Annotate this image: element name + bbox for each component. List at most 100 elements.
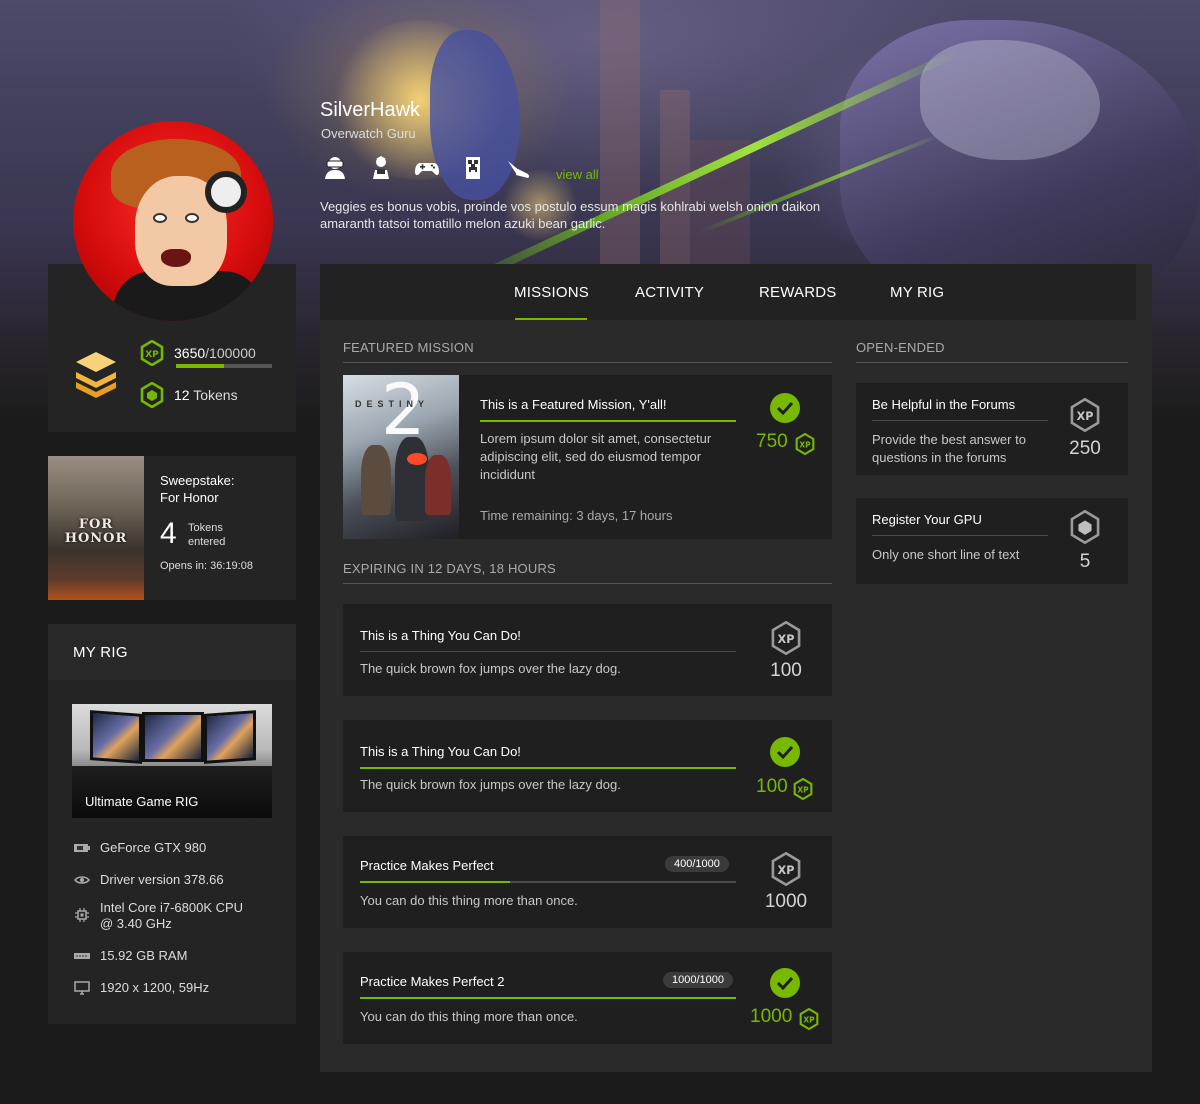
profile-bio: Veggies es bonus vobis, proinde vos post… (320, 199, 821, 231)
open-mission-rule (872, 535, 1048, 536)
mission-rule (360, 767, 736, 769)
tab-my-rig[interactable]: MY RIG (890, 284, 944, 301)
creeper-icon[interactable] (460, 154, 486, 182)
my-rig-heading: MY RIG (73, 644, 128, 661)
open-mission-desc: Only one short line of text (872, 547, 1020, 562)
mission-progress-fill (360, 881, 511, 883)
featured-mission-rule (480, 420, 736, 422)
spec-cpu: Intel Core i7-6800K CPU @ 3.40 GHz (74, 900, 243, 932)
mission-desc: You can do this thing more than once. (360, 1009, 578, 1024)
xp-total: /100000 (205, 345, 256, 361)
open-mission-card[interactable]: Be Helpful in the Forums Provide the bes… (856, 383, 1128, 475)
tokens-label: Tokens (193, 387, 238, 403)
featured-mission-desc: Lorem ipsum dolor sit amet, consectetur … (480, 431, 712, 482)
cpu-icon (74, 908, 90, 922)
xp-hex-icon: XP (140, 340, 164, 366)
mission-title: This is a Thing You Can Do! (360, 628, 521, 643)
tab-bar: MISSIONS ACTIVITY REWARDS MY RIG (320, 264, 1136, 320)
xp-hex-icon: XP (1070, 398, 1100, 432)
svg-text:XP: XP (778, 864, 795, 877)
mission-card[interactable]: Practice Makes Perfect 2 1000/1000 You c… (343, 952, 832, 1044)
spec-cpu-text: Intel Core i7-6800K CPU @ 3.40 GHz (100, 900, 244, 931)
featured-mission-time: Time remaining: 3 days, 17 hours (480, 508, 673, 523)
main-panel: MISSIONS ACTIVITY REWARDS MY RIG FEATURE… (320, 264, 1152, 1072)
completed-check-icon (770, 968, 800, 998)
tab-missions[interactable]: MISSIONS (514, 284, 589, 301)
open-mission-rule (872, 420, 1048, 421)
tab-activity[interactable]: ACTIVITY (635, 284, 704, 301)
open-mission-title: Register Your GPU (872, 512, 982, 527)
open-ended-section-label: OPEN-ENDED (856, 340, 945, 355)
mission-card[interactable]: This is a Thing You Can Do! The quick br… (343, 720, 832, 812)
mission-progress-pill: 1000/1000 (663, 972, 733, 988)
destiny-2-art: 2 DESTINY (343, 375, 459, 539)
xp-stat: XP 3650/100000 (140, 340, 256, 366)
completed-check-icon (770, 737, 800, 767)
sweepstake-art-line2: HONOR (64, 531, 128, 546)
mission-card[interactable]: This is a Thing You Can Do! The quick br… (343, 604, 832, 696)
xp-hex-icon: XP (799, 1008, 819, 1030)
mission-desc: The quick brown fox jumps over the lazy … (360, 661, 621, 676)
open-mission-reward: 250 (1069, 438, 1101, 459)
token-hex-icon (1070, 510, 1100, 544)
spec-display-text: 1920 x 1200, 59Hz (100, 980, 210, 995)
mission-progress-pill: 400/1000 (665, 856, 729, 872)
rig-image[interactable]: Ultimate Game RIG (72, 704, 272, 818)
open-mission-card[interactable]: Register Your GPU Only one short line of… (856, 498, 1128, 584)
spec-driver: Driver version 378.66 (74, 872, 224, 888)
svg-text:XP: XP (778, 633, 795, 646)
xp-current: 3650 (174, 345, 206, 361)
xp-hex-icon: XP (771, 621, 801, 655)
open-mission-title: Be Helpful in the Forums (872, 397, 1016, 412)
spec-driver-text: Driver version 378.66 (100, 872, 224, 887)
token-hex-icon (140, 382, 164, 408)
xp-progress-bar (176, 364, 272, 368)
shuttle-icon[interactable] (506, 154, 532, 182)
gpu-icon (74, 841, 90, 855)
featured-section-rule (343, 362, 832, 363)
xp-hex-icon: XP (793, 778, 813, 800)
mission-reward: 1000 (764, 891, 808, 912)
featured-section-label: FEATURED MISSION (343, 340, 474, 355)
sweepstake-opens-in: Opens in: 36:19:08 (160, 560, 253, 572)
completed-check-icon (770, 393, 800, 423)
svg-text:XP: XP (799, 440, 811, 449)
sweepstake-title: Sweepstake: For Honor (160, 472, 234, 506)
mission-title: This is a Thing You Can Do! (360, 744, 521, 759)
profile-username: SilverHawk (320, 99, 421, 121)
sweepstake-title-line1: Sweepstake: (160, 473, 235, 488)
avatar[interactable] (73, 121, 273, 321)
svg-text:XP: XP (797, 785, 809, 794)
ram-icon (74, 949, 90, 963)
spec-gpu: GeForce GTX 980 (74, 840, 206, 856)
mission-card[interactable]: Practice Makes Perfect 400/1000 You can … (343, 836, 832, 928)
mission-reward: 100 (770, 660, 802, 681)
spec-gpu-text: GeForce GTX 980 (100, 840, 207, 855)
tokens-stat: 12 Tokens (140, 382, 238, 408)
my-rig-panel: MY RIG Ultimate Game RIG GeForce GTX 980… (48, 624, 296, 1024)
sweepstake-panel[interactable]: FOR HONOR Sweepstake: For Honor 4 Tokens … (48, 456, 296, 600)
mission-reward: 1000 (750, 1006, 793, 1027)
mission-desc: The quick brown fox jumps over the lazy … (360, 777, 621, 792)
xp-hex-icon: XP (795, 433, 815, 455)
open-mission-reward: 5 (1079, 551, 1091, 572)
spec-ram: 15.92 GB RAM (74, 948, 187, 964)
tab-rewards[interactable]: REWARDS (759, 284, 837, 301)
expiring-section-rule (343, 583, 832, 584)
sweepstake-art: FOR HONOR (48, 456, 144, 600)
hacker-icon[interactable] (368, 154, 394, 182)
sweepstake-token-label-2: entered (188, 536, 226, 548)
featured-mission-title: This is a Featured Mission, Y'all! (480, 397, 667, 412)
expiring-section-label: EXPIRING IN 12 DAYS, 18 HOURS (343, 561, 556, 576)
sweepstake-art-line1: FOR (78, 517, 114, 532)
mission-reward: 100 (756, 776, 788, 797)
view-all-badges-link[interactable]: view all (556, 167, 599, 182)
vr-headset-icon[interactable] (322, 154, 348, 182)
sweepstake-token-count: 4 (160, 517, 177, 550)
mission-rule (360, 651, 736, 652)
gamepad-icon[interactable] (414, 154, 440, 182)
featured-reward-value: 750 (756, 431, 788, 452)
mission-title: Practice Makes Perfect 2 (360, 974, 505, 989)
featured-mission-card[interactable]: 2 DESTINY This is a Featured Mission, Y'… (343, 375, 832, 539)
spec-display: 1920 x 1200, 59Hz (74, 980, 209, 996)
